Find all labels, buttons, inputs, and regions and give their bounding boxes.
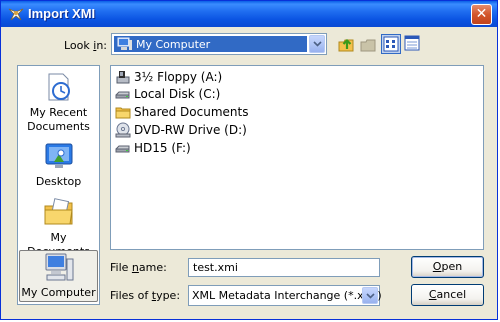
file-list[interactable]: 3½ Floppy (A:) Local Disk (C:) Shared Do… bbox=[110, 65, 484, 250]
file-name-label: File name: bbox=[110, 261, 167, 274]
dvd-drive-icon bbox=[115, 122, 131, 138]
up-folder-icon bbox=[338, 38, 354, 52]
places-bar: My Recent Documents Desktop My Documents bbox=[17, 65, 100, 305]
my-computer-icon bbox=[45, 253, 73, 281]
files-of-type-dropdown[interactable]: XML Metadata Interchange (*.xmi) bbox=[188, 285, 382, 306]
app-icon bbox=[8, 8, 24, 21]
files-of-type-label: Files of type: bbox=[110, 289, 181, 302]
window-title: Import XMI bbox=[28, 6, 96, 21]
place-my-computer[interactable]: My Computer bbox=[19, 250, 98, 302]
look-in-label: Look in: bbox=[64, 39, 108, 52]
chevron-down-icon bbox=[366, 293, 375, 299]
up-folder-button[interactable] bbox=[337, 34, 357, 54]
recent-documents-icon bbox=[48, 73, 70, 101]
close-button[interactable]: ✕ bbox=[471, 4, 492, 25]
chevron-down-icon bbox=[313, 41, 322, 47]
place-desktop[interactable]: Desktop bbox=[18, 140, 99, 189]
open-button[interactable]: Open bbox=[411, 256, 484, 278]
folder-icon bbox=[115, 107, 131, 119]
hard-disk-icon bbox=[115, 91, 130, 99]
look-in-dropdown[interactable]: My Computer bbox=[111, 33, 327, 55]
hard-disk-icon bbox=[115, 145, 130, 153]
import-xmi-dialog: Import XMI ✕ Look in: My Computer My Rec… bbox=[0, 0, 498, 320]
place-my-recent-documents[interactable]: My Recent Documents bbox=[18, 71, 99, 134]
floppy-icon bbox=[116, 71, 130, 84]
desktop-icon bbox=[45, 143, 72, 168]
my-computer-icon bbox=[117, 37, 132, 50]
view-menu-button[interactable] bbox=[381, 34, 401, 54]
files-of-type-dropdown-arrow[interactable] bbox=[362, 287, 378, 304]
title-bar[interactable]: Import XMI ✕ bbox=[1, 1, 497, 27]
new-folder-button[interactable] bbox=[359, 34, 379, 54]
look-in-value: My Computer bbox=[136, 38, 211, 51]
file-name-input[interactable]: test.xmi bbox=[188, 258, 380, 277]
my-documents-icon bbox=[44, 198, 73, 225]
details-view-icon bbox=[404, 35, 420, 51]
files-of-type-value: XML Metadata Interchange (*.xmi) bbox=[192, 289, 382, 302]
new-folder-icon bbox=[360, 39, 376, 52]
cancel-button[interactable]: Cancel bbox=[411, 284, 484, 306]
view-icon bbox=[383, 36, 399, 52]
details-view-button[interactable] bbox=[403, 34, 423, 54]
look-in-dropdown-arrow[interactable] bbox=[309, 35, 325, 53]
